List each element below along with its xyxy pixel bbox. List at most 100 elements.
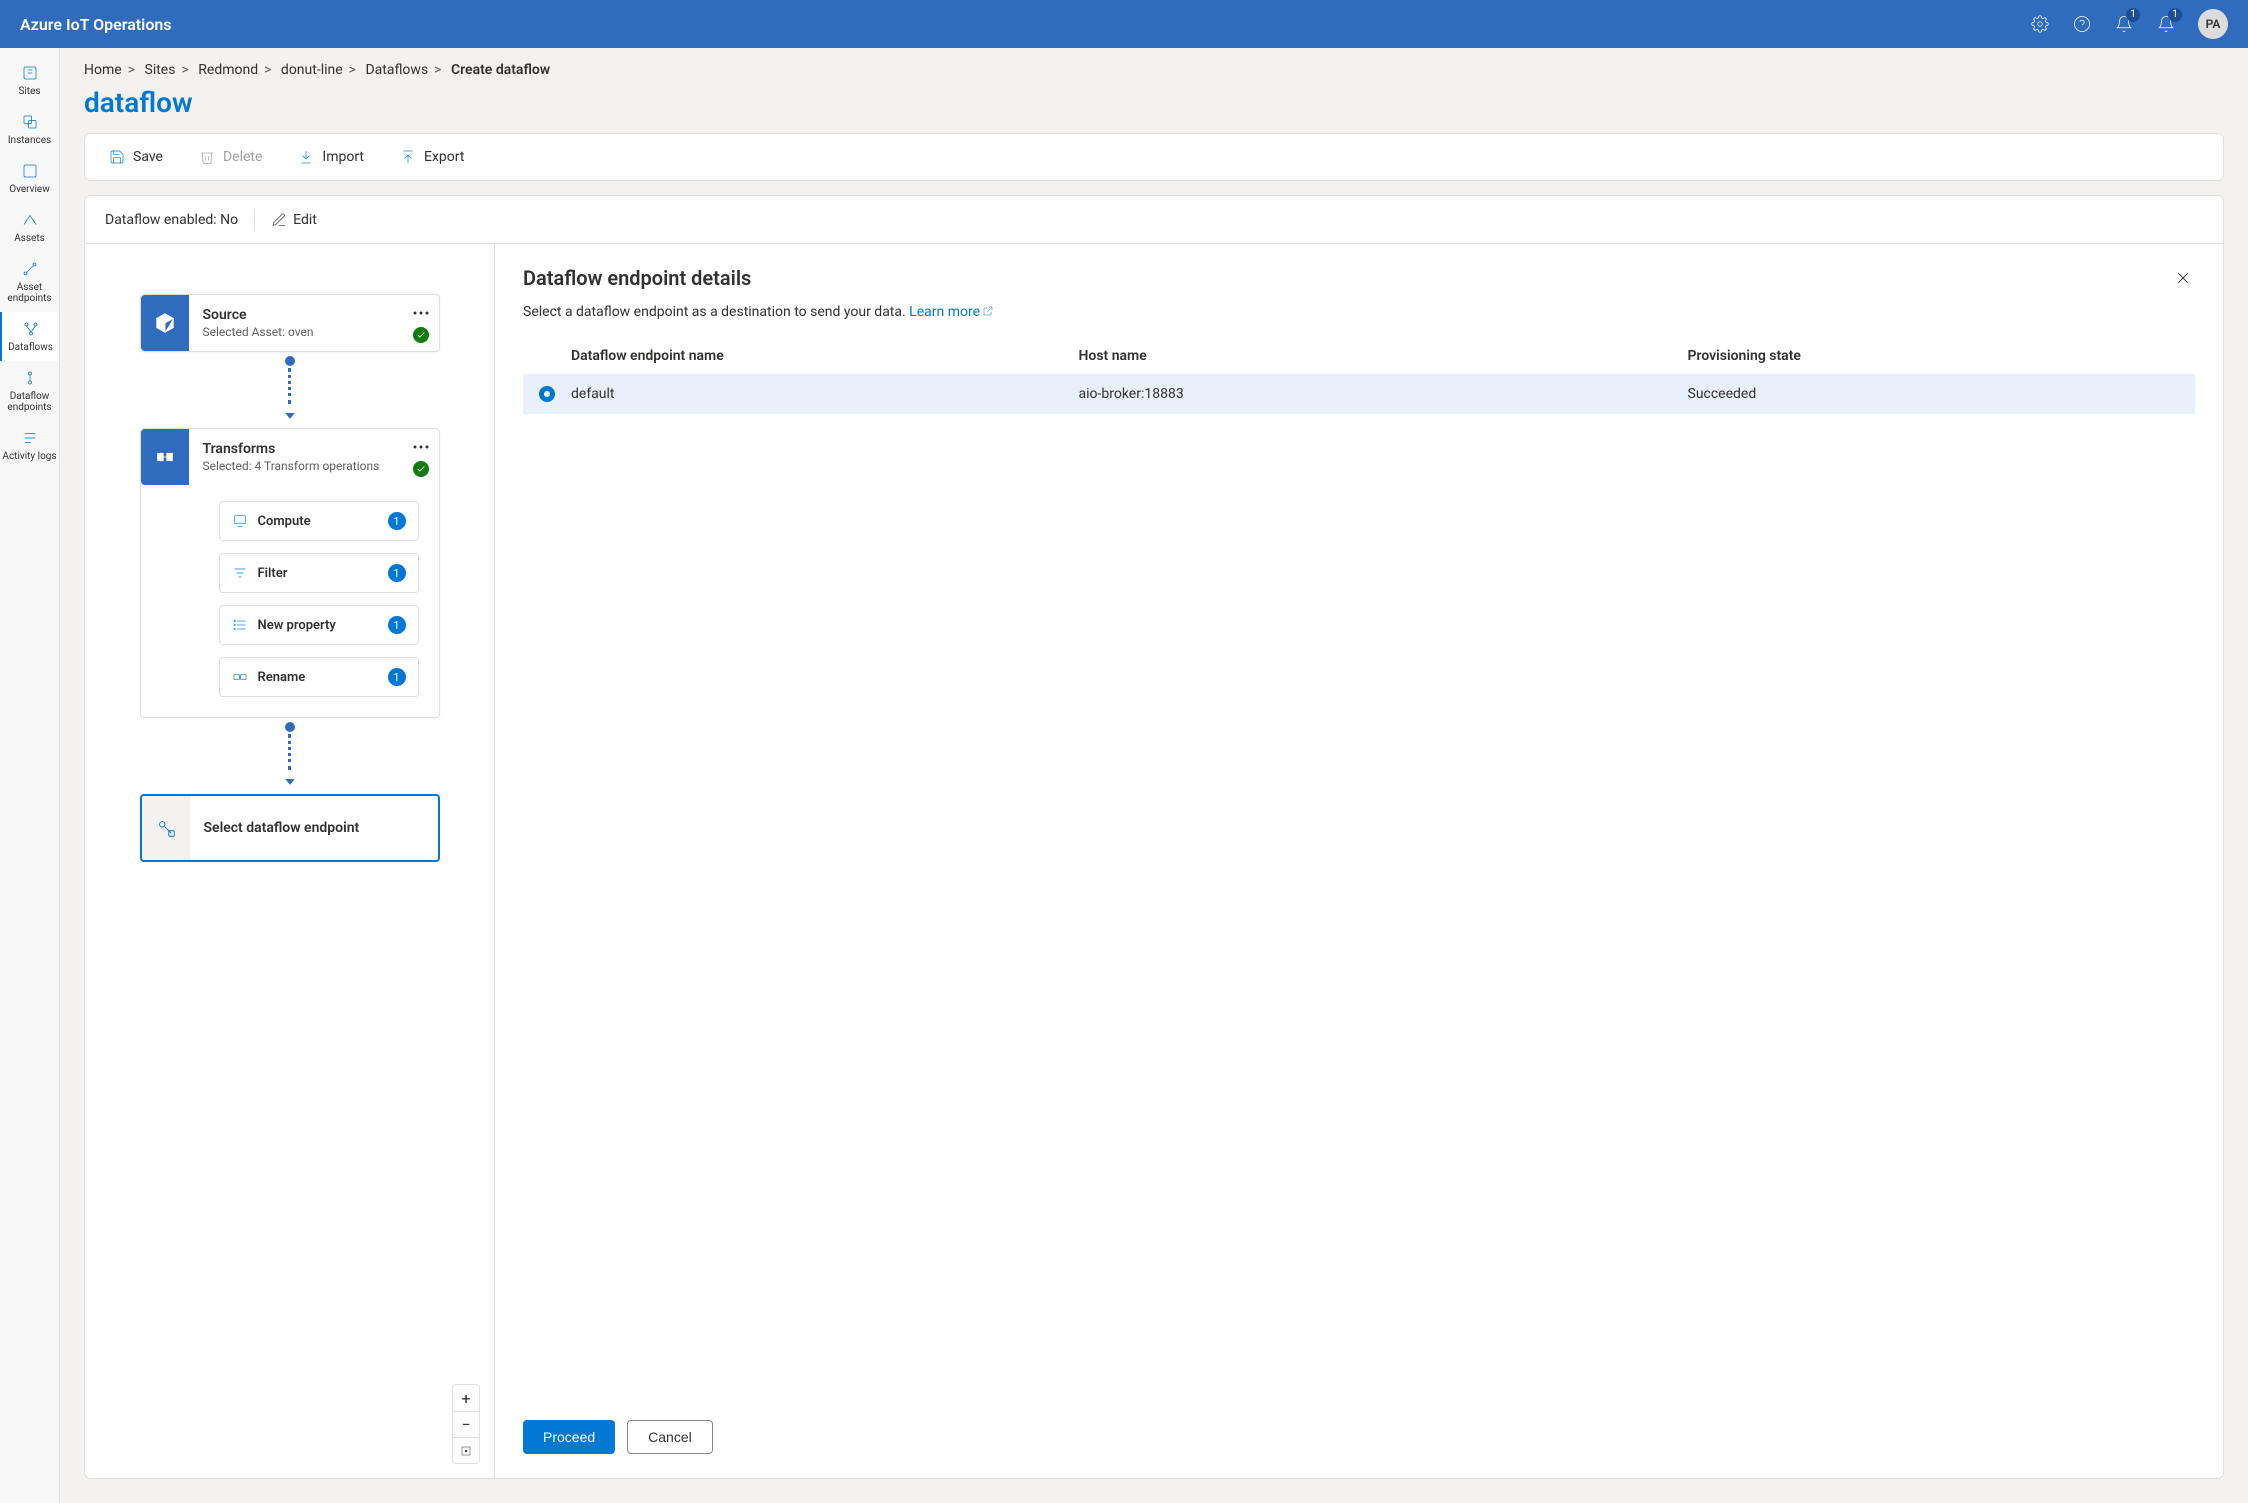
dataflow-enabled-status: Dataflow enabled: No: [105, 212, 238, 228]
save-label: Save: [133, 149, 163, 165]
source-node[interactable]: Source Selected Asset: oven: [140, 294, 440, 352]
nav-label: Dataflows: [8, 342, 53, 353]
transforms-more-button[interactable]: [411, 437, 431, 457]
bell-icon[interactable]: 1: [2114, 14, 2134, 34]
edit-button[interactable]: Edit: [271, 212, 317, 228]
nav-label: Activity logs: [2, 451, 56, 462]
dataflow-endpoints-icon: [21, 369, 39, 387]
nav-dataflow-endpoints[interactable]: Dataflow endpoints: [0, 361, 59, 421]
transform-compute[interactable]: Compute 1: [219, 501, 419, 541]
notif-badge-2: 1: [2168, 8, 2182, 22]
transforms-node[interactable]: Transforms Selected: 4 Transform operati…: [140, 428, 440, 718]
import-button[interactable]: Import: [298, 149, 364, 165]
connector: [286, 356, 294, 424]
nav-overview[interactable]: Overview: [0, 154, 59, 203]
export-button[interactable]: Export: [400, 149, 464, 165]
zoom-fit-button[interactable]: [453, 1437, 479, 1463]
sites-icon: [21, 64, 39, 82]
status-row: Dataflow enabled: No Edit: [85, 196, 2223, 244]
cell-name: default: [571, 386, 1079, 402]
transform-new-property[interactable]: New property 1: [219, 605, 419, 645]
import-label: Import: [322, 149, 364, 165]
nav-label: Asset endpoints: [2, 282, 57, 304]
settings-icon[interactable]: [2030, 14, 2050, 34]
flow-canvas: Source Selected Asset: oven: [85, 244, 495, 1478]
panel-title: Dataflow endpoint details: [523, 266, 2171, 290]
proceed-button[interactable]: Proceed: [523, 1420, 615, 1454]
nav-sites[interactable]: Sites: [0, 56, 59, 105]
divider: [254, 209, 255, 231]
nav-dataflows[interactable]: Dataflows: [0, 312, 59, 361]
leftnav: Sites Instances Overview Assets Asset en…: [0, 48, 60, 1503]
destination-label: Select dataflow endpoint: [204, 820, 360, 836]
close-button[interactable]: [2171, 266, 2195, 294]
chip-count: 1: [388, 564, 406, 582]
delete-label: Delete: [223, 149, 262, 165]
crumb-dataflows[interactable]: Dataflows: [365, 62, 428, 78]
cell-host: aio-broker:18883: [1079, 386, 1688, 402]
connector: [286, 722, 294, 790]
row-radio[interactable]: [539, 386, 555, 402]
col-state: Provisioning state: [1688, 348, 2196, 364]
export-icon: [400, 149, 416, 165]
table-row[interactable]: default aio-broker:18883 Succeeded: [523, 374, 2195, 414]
cancel-button[interactable]: Cancel: [627, 1420, 713, 1454]
check-icon: [413, 461, 429, 477]
close-icon: [2175, 270, 2191, 286]
nav-label: Assets: [14, 233, 45, 244]
crumb-home[interactable]: Home: [84, 62, 122, 78]
learn-more-link[interactable]: Learn more: [909, 304, 994, 320]
edit-label: Edit: [293, 212, 317, 228]
overview-icon: [21, 162, 39, 180]
nav-label: Sites: [18, 86, 40, 97]
crumb-sites[interactable]: Sites: [145, 62, 176, 78]
crumb-redmond[interactable]: Redmond: [198, 62, 258, 78]
save-button[interactable]: Save: [109, 149, 163, 165]
destination-node[interactable]: Select dataflow endpoint: [140, 794, 440, 862]
breadcrumb: Home> Sites> Redmond> donut-line> Datafl…: [84, 62, 2224, 78]
zoom-in-button[interactable]: +: [453, 1385, 479, 1411]
export-label: Export: [424, 149, 464, 165]
panel-desc-text: Select a dataflow endpoint as a destinat…: [523, 304, 909, 320]
cube-icon: [141, 295, 189, 351]
assets-icon: [21, 211, 39, 229]
delete-button: Delete: [199, 149, 262, 165]
transforms-title: Transforms: [203, 441, 425, 457]
zoom-out-button[interactable]: −: [453, 1411, 479, 1437]
check-icon: [413, 327, 429, 343]
panel-desc: Select a dataflow endpoint as a destinat…: [495, 294, 2223, 320]
chip-count: 1: [388, 616, 406, 634]
chip-label: Filter: [258, 566, 378, 581]
nav-label: Overview: [9, 184, 50, 195]
external-link-icon: [982, 305, 994, 317]
asset-endpoints-icon: [21, 260, 39, 278]
endpoint-details-panel: Dataflow endpoint details Select a dataf…: [495, 244, 2223, 1478]
endpoint-table: Dataflow endpoint name Host name Provisi…: [523, 338, 2195, 414]
nav-asset-endpoints[interactable]: Asset endpoints: [0, 252, 59, 312]
nav-activity-logs[interactable]: Activity logs: [0, 421, 59, 470]
cell-state: Succeeded: [1688, 386, 2196, 402]
avatar[interactable]: PA: [2198, 9, 2228, 39]
crumb-donut-line[interactable]: donut-line: [281, 62, 343, 78]
source-more-button[interactable]: [411, 303, 431, 323]
toolbar: Save Delete Import Export: [84, 133, 2224, 181]
help-icon[interactable]: [2072, 14, 2092, 34]
transforms-subtitle: Selected: 4 Transform operations: [203, 459, 425, 473]
zoom-control: + −: [452, 1384, 480, 1464]
dataflows-icon: [22, 320, 40, 338]
nav-assets[interactable]: Assets: [0, 203, 59, 252]
more-icon: [413, 311, 429, 315]
save-icon: [109, 149, 125, 165]
activity-logs-icon: [21, 429, 39, 447]
endpoint-icon: [142, 796, 190, 860]
compute-icon: [232, 513, 248, 529]
chip-count: 1: [388, 512, 406, 530]
alert-bell-icon[interactable]: 1: [2156, 14, 2176, 34]
transform-rename[interactable]: Rename 1: [219, 657, 419, 697]
topbar: Azure IoT Operations 1 1 PA: [0, 0, 2248, 48]
import-icon: [298, 149, 314, 165]
nav-instances[interactable]: Instances: [0, 105, 59, 154]
nav-label: Instances: [8, 135, 51, 146]
rename-icon: [232, 669, 248, 685]
transform-filter[interactable]: Filter 1: [219, 553, 419, 593]
